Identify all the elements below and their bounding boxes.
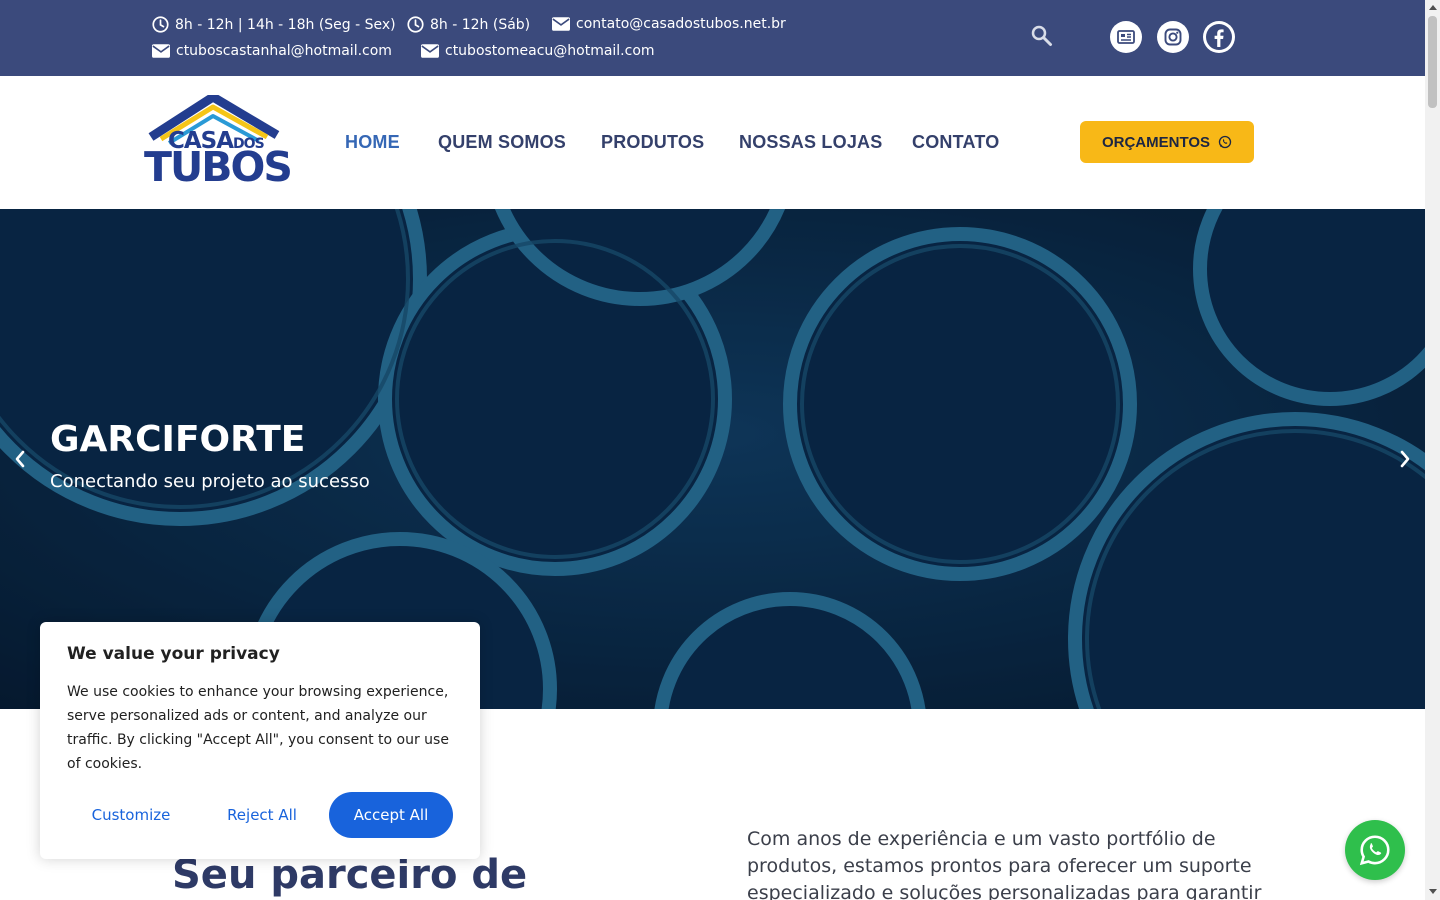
slider-prev-button[interactable] xyxy=(8,447,32,471)
top-info-bar: 8h - 12h | 14h - 18h (Seg - Sex) 8h - 12… xyxy=(0,0,1425,76)
hero-title: GARCIFORTE xyxy=(50,419,306,460)
envelope-icon xyxy=(421,44,439,58)
nav-home[interactable]: HOME xyxy=(345,132,400,153)
search-button[interactable] xyxy=(1028,22,1056,50)
clock-icon xyxy=(407,16,424,33)
instagram-link[interactable] xyxy=(1157,21,1189,53)
orcamentos-label: ORÇAMENTOS xyxy=(1101,133,1211,151)
scroll-up-arrow-icon[interactable] xyxy=(1428,2,1437,12)
email-tomeacu-link[interactable]: ctubostomeacu@hotmail.com xyxy=(421,43,655,59)
email-tomeacu-text[interactable]: ctubostomeacu@hotmail.com xyxy=(445,43,655,59)
facebook-icon xyxy=(1206,24,1232,50)
envelope-icon xyxy=(152,44,170,58)
logo-word-tubos: TUBOS xyxy=(144,143,293,191)
page-scrollbar[interactable] xyxy=(1425,0,1440,900)
section-paragraph: Com anos de experiência e um vasto portf… xyxy=(747,828,1262,900)
envelope-icon xyxy=(552,17,570,31)
hours-saturday-text: 8h - 12h (Sáb) xyxy=(430,16,531,33)
news-icon xyxy=(1117,30,1135,44)
email-main-text[interactable]: contato@casadostubos.net.br xyxy=(576,16,786,32)
whatsapp-icon xyxy=(1218,135,1232,149)
scrollbar-thumb[interactable] xyxy=(1428,16,1437,108)
nav-quem-somos[interactable]: QUEM SOMOS xyxy=(438,132,566,153)
cookie-reject-button[interactable]: Reject All xyxy=(200,792,324,838)
instagram-icon xyxy=(1164,28,1182,46)
email-castanhal-link[interactable]: ctuboscastanhal@hotmail.com xyxy=(152,43,392,59)
orcamentos-button[interactable]: ORÇAMENTOS xyxy=(1080,121,1254,163)
news-link[interactable] xyxy=(1110,21,1142,53)
whatsapp-icon xyxy=(1359,835,1390,866)
site-logo[interactable]: CASADOS TUBOS xyxy=(143,95,293,191)
cookie-title: We value your privacy xyxy=(67,644,280,664)
scroll-down-arrow-icon[interactable] xyxy=(1428,886,1437,896)
clock-icon xyxy=(152,16,169,33)
nav-contato[interactable]: CONTATO xyxy=(912,132,999,153)
cookie-customize-button[interactable]: Customize xyxy=(68,792,194,838)
facebook-link[interactable] xyxy=(1203,21,1235,53)
email-castanhal-text[interactable]: ctuboscastanhal@hotmail.com xyxy=(176,43,392,59)
cookie-accept-button[interactable]: Accept All xyxy=(329,792,453,838)
chevron-left-icon xyxy=(15,450,25,468)
hours-weekday-text: 8h - 12h | 14h - 18h (Seg - Sex) xyxy=(175,16,396,33)
nav-nossas-lojas[interactable]: NOSSAS LOJAS xyxy=(739,132,882,153)
nav-produtos[interactable]: PRODUTOS xyxy=(601,132,704,153)
slider-next-button[interactable] xyxy=(1393,447,1417,471)
search-icon xyxy=(1031,25,1052,46)
whatsapp-float-button[interactable] xyxy=(1345,820,1405,880)
hero-subtitle: Conectando seu projeto ao sucesso xyxy=(50,471,370,492)
hours-weekday: 8h - 12h | 14h - 18h (Seg - Sex) xyxy=(152,16,396,33)
site-header: CASADOS TUBOS HOME QUEM SOMOS PRODUTOS N… xyxy=(0,76,1425,209)
hours-saturday: 8h - 12h (Sáb) xyxy=(407,16,530,33)
cookie-description: We use cookies to enhance your browsing … xyxy=(67,684,449,772)
cookie-consent-dialog: We value your privacy We use cookies to … xyxy=(40,622,480,859)
chevron-right-icon xyxy=(1400,450,1410,468)
email-main-link[interactable]: contato@casadostubos.net.br xyxy=(552,16,786,32)
